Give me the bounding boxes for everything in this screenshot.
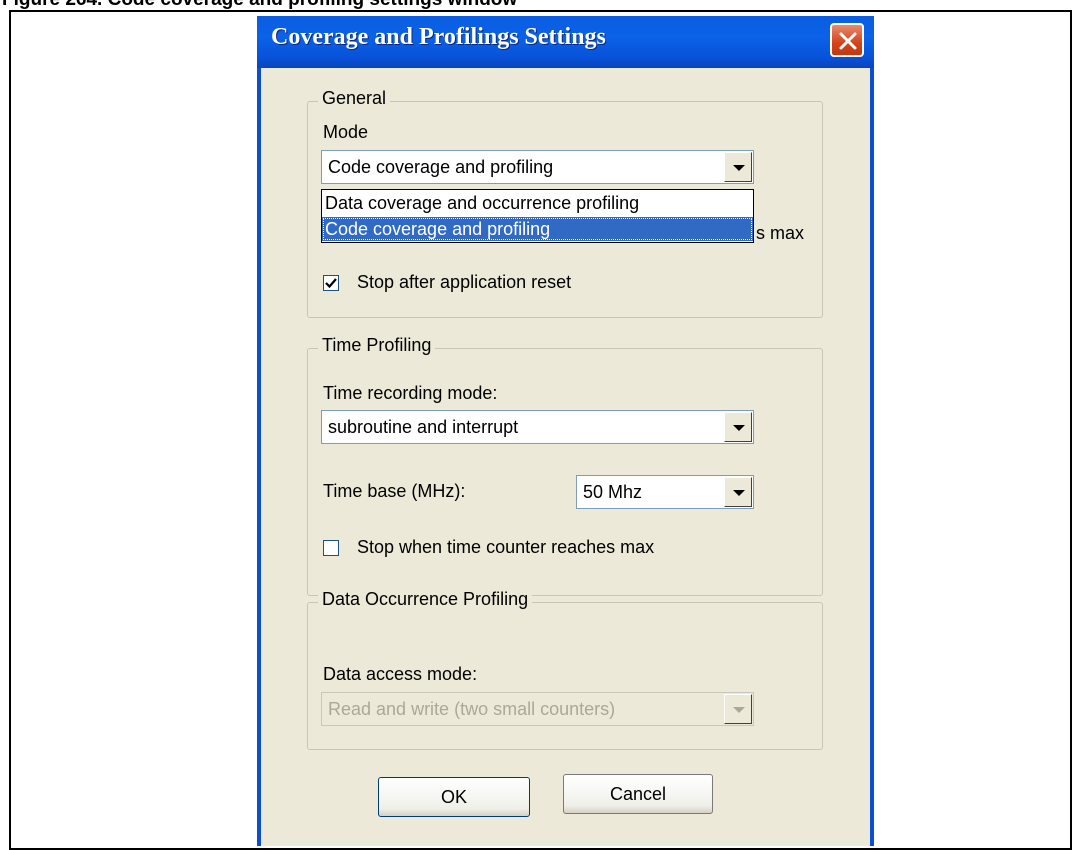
mode-select-value: Code coverage and profiling (328, 157, 554, 177)
data-access-mode-label: Data access mode: (323, 664, 478, 684)
stop-after-reset-checkbox[interactable] (323, 275, 339, 291)
time-recording-mode-select[interactable]: subroutine and interrupt (321, 410, 754, 444)
time-profiling-legend: Time Profiling (318, 335, 436, 356)
stop-after-reset-label: Stop after application reset (357, 272, 572, 292)
chevron-down-icon[interactable] (724, 477, 752, 507)
cancel-button[interactable]: Cancel (563, 774, 713, 814)
chevron-down-icon (724, 694, 752, 724)
ok-button[interactable]: OK (378, 777, 530, 817)
chevron-down-icon[interactable] (724, 412, 752, 442)
title-bar[interactable]: Coverage and Profilings Settings (257, 16, 874, 68)
time-recording-mode-value: subroutine and interrupt (328, 417, 519, 437)
stop-counter-label: Stop when time counter reaches max (357, 537, 655, 557)
time-base-label: Time base (MHz): (323, 481, 466, 501)
obscured-label-fragment: s max (756, 223, 805, 243)
mode-option-data-coverage[interactable]: Data coverage and occurrence profiling (322, 191, 753, 215)
checkmark-icon (325, 278, 337, 289)
window-border-left (257, 68, 261, 846)
chevron-down-icon[interactable] (724, 152, 752, 182)
mode-dropdown-list: Data coverage and occurrence profiling C… (321, 189, 754, 243)
data-access-mode-value: Read and write (two small counters) (328, 699, 616, 719)
time-base-select[interactable]: 50 Mhz (576, 475, 754, 509)
mode-select[interactable]: Code coverage and profiling (321, 150, 754, 184)
time-base-value: 50 Mhz (583, 482, 643, 502)
time-recording-mode-label: Time recording mode: (323, 383, 498, 403)
data-access-mode-select: Read and write (two small counters) (321, 692, 754, 726)
mode-label: Mode (323, 122, 369, 142)
close-icon (839, 32, 857, 50)
general-legend: General (318, 88, 391, 109)
window-title: Coverage and Profilings Settings (271, 24, 606, 50)
data-occurrence-legend: Data Occurrence Profiling (318, 589, 533, 610)
window-border-right (870, 68, 874, 846)
stop-counter-checkbox[interactable] (323, 540, 339, 556)
close-button[interactable] (830, 23, 864, 57)
mode-option-code-coverage[interactable]: Code coverage and profiling (322, 217, 753, 241)
